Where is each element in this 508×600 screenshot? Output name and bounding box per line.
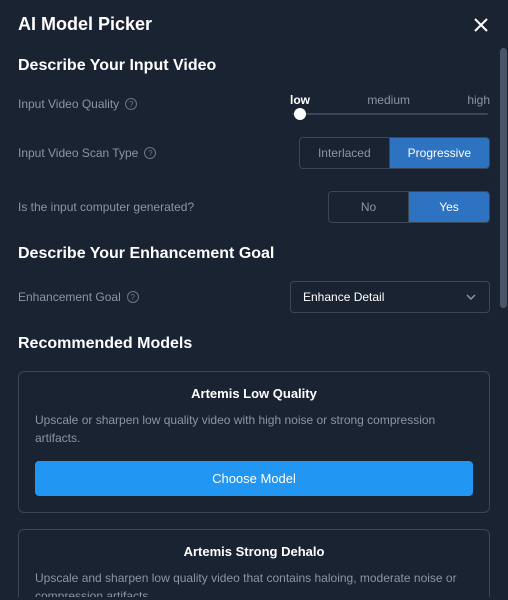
computer-generated-toggle: No Yes: [328, 191, 490, 223]
cg-no-button[interactable]: No: [329, 192, 409, 222]
slider-thumb[interactable]: [294, 108, 306, 120]
scan-progressive-button[interactable]: Progressive: [390, 138, 489, 168]
select-value: Enhance Detail: [303, 290, 384, 304]
field-label: Input Video Scan Type: [18, 146, 138, 160]
enhancement-goal-select[interactable]: Enhance Detail: [290, 281, 490, 313]
label-enhancement-goal: Enhancement Goal ?: [18, 290, 139, 304]
scrollbar-thumb[interactable]: [500, 48, 507, 308]
tick-medium: medium: [367, 93, 410, 107]
section-title-input: Describe Your Input Video: [18, 57, 490, 75]
help-icon[interactable]: ?: [144, 147, 156, 159]
row-computer-generated: Is the input computer generated? No Yes: [18, 191, 490, 223]
label-computer-generated: Is the input computer generated?: [18, 200, 194, 214]
model-card: Artemis Low Quality Upscale or sharpen l…: [18, 371, 490, 513]
label-input-quality: Input Video Quality ?: [18, 97, 137, 111]
section-title-goal: Describe Your Enhancement Goal: [18, 245, 490, 263]
section-title-models: Recommended Models: [18, 335, 490, 353]
model-title: Artemis Low Quality: [35, 386, 473, 401]
help-icon[interactable]: ?: [125, 98, 137, 110]
model-title: Artemis Strong Dehalo: [35, 544, 473, 559]
chevron-down-icon: [465, 291, 477, 303]
field-label: Enhancement Goal: [18, 290, 121, 304]
tick-low: low: [290, 93, 310, 107]
scan-interlaced-button[interactable]: Interlaced: [300, 138, 390, 168]
help-icon[interactable]: ?: [127, 291, 139, 303]
scan-type-toggle: Interlaced Progressive: [299, 137, 490, 169]
dialog-content: Describe Your Input Video Input Video Qu…: [0, 45, 508, 597]
label-scan-type: Input Video Scan Type ?: [18, 146, 156, 160]
model-desc: Upscale or sharpen low quality video wit…: [35, 411, 473, 447]
row-scan-type: Input Video Scan Type ? Interlaced Progr…: [18, 137, 490, 169]
close-icon[interactable]: [472, 16, 490, 34]
model-desc: Upscale and sharpen low quality video th…: [35, 569, 473, 597]
field-label: Input Video Quality: [18, 97, 119, 111]
quality-slider[interactable]: low medium high: [290, 93, 490, 115]
model-card: Artemis Strong Dehalo Upscale and sharpe…: [18, 529, 490, 597]
scrollbar[interactable]: [500, 48, 507, 596]
slider-track[interactable]: [292, 113, 488, 115]
tick-high: high: [467, 93, 490, 107]
row-input-quality: Input Video Quality ? low medium high: [18, 93, 490, 115]
row-enhancement-goal: Enhancement Goal ? Enhance Detail: [18, 281, 490, 313]
slider-ticks: low medium high: [290, 93, 490, 107]
dialog-header: AI Model Picker: [0, 0, 508, 45]
field-label: Is the input computer generated?: [18, 200, 194, 214]
dialog-title: AI Model Picker: [18, 14, 152, 35]
cg-yes-button[interactable]: Yes: [409, 192, 489, 222]
choose-model-button[interactable]: Choose Model: [35, 461, 473, 496]
